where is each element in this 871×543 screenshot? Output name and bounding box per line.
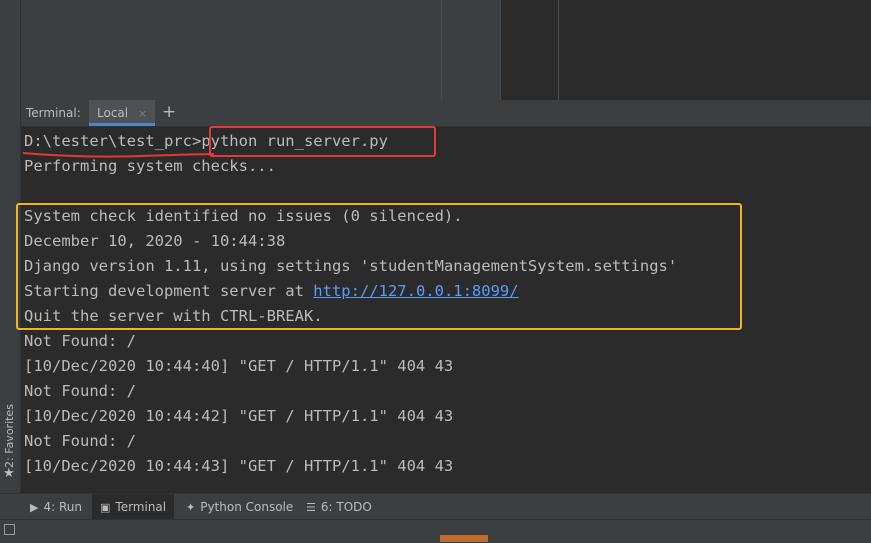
prompt-path: D:\tester\test_prc> [24,132,202,150]
output-line: [10/Dec/2020 10:44:43] "GET / HTTP/1.1" … [24,457,454,475]
output-line: [10/Dec/2020 10:44:40] "GET / HTTP/1.1" … [24,357,454,375]
editor-panel-right [500,0,871,100]
run-tab-label: 4: Run [43,500,82,514]
output-line: Not Found: / [24,382,136,400]
tab-local-label: Local [97,106,129,120]
command-highlight-box [209,126,436,157]
tool-window-bar: ▶ 4: Run ▣ Terminal ✦ Python Console ☰ 6: TO… [0,493,871,520]
terminal-title: Terminal: [26,106,81,120]
favorites-label[interactable]: 2: Favorites [3,401,19,471]
python-console-tab-label: Python Console [200,500,294,514]
todo-icon: ☰ [306,501,316,514]
layout-icon[interactable] [4,524,15,535]
terminal-header: Terminal: Local × + [21,100,871,127]
terminal-tab[interactable]: ▣ Terminal [92,494,175,520]
python-console-tab[interactable]: ✦ Python Console [186,494,293,520]
close-icon[interactable]: × [138,107,147,120]
status-bar [0,519,871,543]
path-underline-annotation [22,152,215,158]
output-line: Not Found: / [24,432,136,450]
tab-local[interactable]: Local × [89,100,156,126]
terminal-icon: ▣ [100,501,111,514]
play-icon: ▶ [30,501,39,514]
terminal-tab-label: Terminal [115,500,167,514]
todo-tab[interactable]: ☰ 6: TODO [306,494,372,520]
progress-indicator [440,535,488,542]
run-tab[interactable]: ▶ 4: Run [30,494,82,520]
python-icon: ✦ [186,501,196,514]
left-gutter [0,0,21,100]
editor-panel-left [21,0,520,100]
server-info-highlight-box [16,203,742,330]
star-icon[interactable]: ★ [3,466,15,481]
editor-divider [558,0,559,100]
todo-tab-label: 6: TODO [320,500,372,514]
output-line: Not Found: / [24,332,136,350]
add-tab-icon[interactable]: + [162,102,176,122]
output-line: [10/Dec/2020 10:44:42] "GET / HTTP/1.1" … [24,407,454,425]
